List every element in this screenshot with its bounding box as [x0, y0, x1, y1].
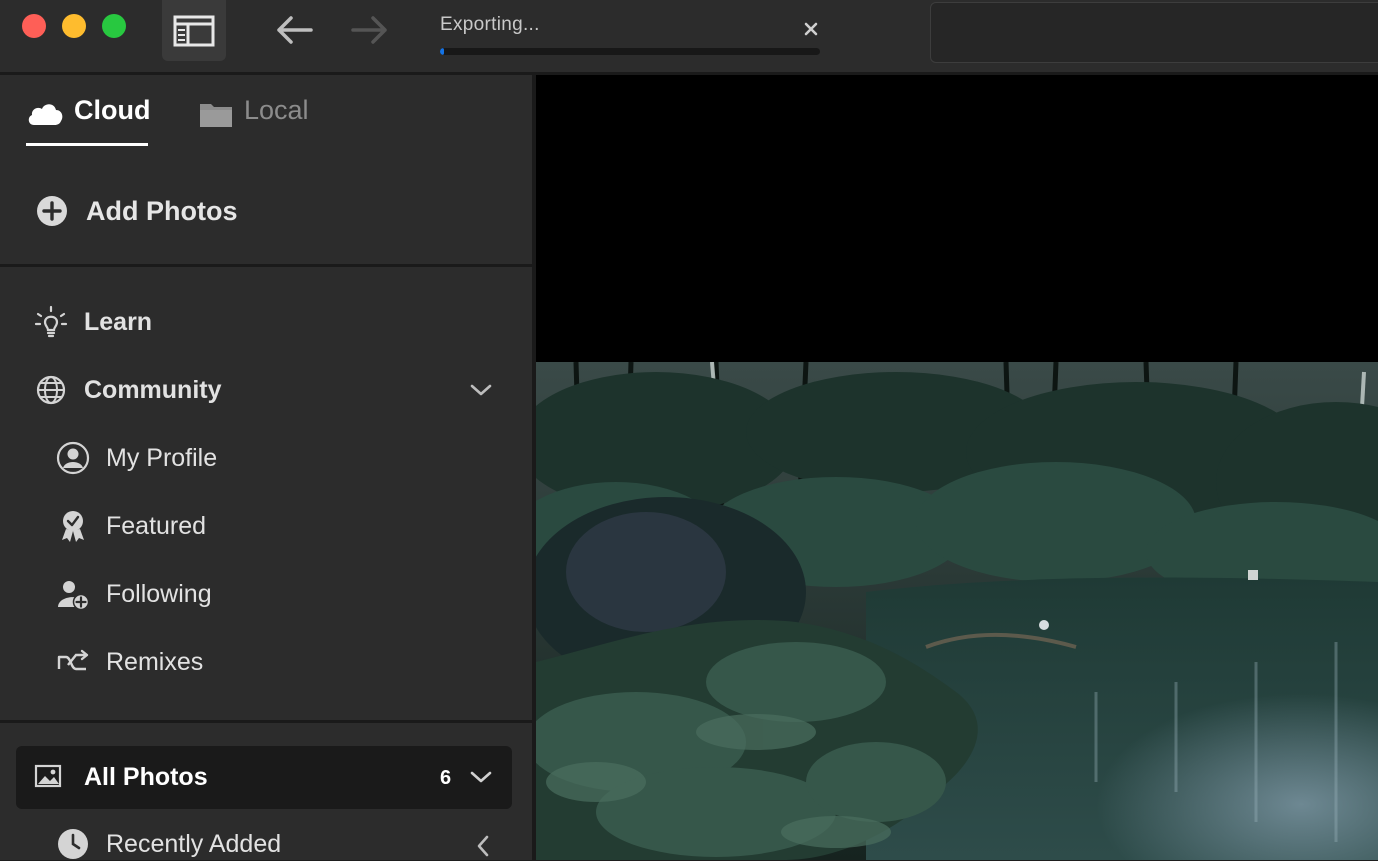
image-icon: [34, 762, 64, 795]
window-close-button[interactable]: [22, 14, 46, 38]
back-button[interactable]: [274, 12, 314, 48]
arrow-left-icon: [277, 16, 313, 44]
plus-circle-icon: [37, 196, 67, 226]
chevron-down-icon: [470, 771, 492, 783]
lightbulb-icon: [34, 305, 68, 339]
remix-icon: [56, 645, 90, 679]
export-status: Exporting...: [440, 14, 820, 60]
profile-icon: [56, 441, 90, 475]
title-bar: Exporting...: [0, 0, 1378, 75]
forward-button[interactable]: [350, 12, 390, 48]
photo-preview[interactable]: [536, 362, 1378, 860]
cancel-export-button[interactable]: [800, 18, 822, 40]
export-progress-fill: [440, 48, 444, 55]
sidebar-item-following-label: Following: [106, 579, 212, 608]
recently-added-expand-toggle[interactable]: [472, 835, 494, 857]
tab-local-label: Local: [244, 95, 309, 125]
sidebar-item-community[interactable]: Community: [34, 373, 222, 407]
sidebar-toggle-icon: [173, 15, 215, 46]
all-photos-collapse-toggle[interactable]: [470, 766, 492, 788]
panel-toggle-button[interactable]: [162, 0, 226, 61]
sidebar-item-recently-added-label: Recently Added: [106, 829, 282, 858]
export-label: Exporting...: [440, 14, 540, 35]
search-input[interactable]: [930, 2, 1378, 63]
globe-icon: [34, 373, 68, 407]
sidebar-item-recently-added[interactable]: Recently Added: [56, 827, 281, 861]
award-icon: [56, 509, 90, 543]
chevron-left-icon: [477, 835, 489, 857]
cloud-icon: [28, 104, 63, 125]
sidebar-item-featured[interactable]: Featured: [56, 509, 206, 543]
community-collapse-toggle[interactable]: [470, 379, 492, 401]
add-photos-label: Add Photos: [86, 195, 238, 226]
tab-cloud[interactable]: Cloud: [26, 95, 150, 147]
all-photos-label: All Photos: [84, 763, 208, 791]
forest-pond-photo: [536, 362, 1378, 860]
sidebar-item-following[interactable]: Following: [56, 577, 212, 611]
close-icon: [804, 22, 818, 36]
sidebar-item-learn[interactable]: Learn: [34, 305, 152, 339]
sidebar-item-featured-label: Featured: [106, 511, 207, 540]
user-add-icon: [56, 577, 90, 611]
export-progress-bar: [440, 48, 820, 55]
sidebar-item-remixes[interactable]: Remixes: [56, 645, 203, 679]
source-tabs: Cloud Local: [0, 75, 532, 151]
sidebar-item-remixes-label: Remixes: [106, 647, 204, 676]
sidebar-item-my-profile[interactable]: My Profile: [56, 441, 217, 475]
photo-viewer: [536, 75, 1378, 860]
section-divider: [0, 720, 532, 723]
sidebar-item-all-photos[interactable]: All Photos 6: [16, 746, 512, 809]
sidebar-item-learn-label: Learn: [84, 307, 153, 336]
tab-cloud-label: Cloud: [74, 95, 151, 125]
tab-local[interactable]: Local: [198, 95, 309, 147]
add-photos-button[interactable]: Add Photos: [36, 195, 237, 227]
folder-icon: [200, 104, 232, 127]
arrow-right-icon: [351, 16, 387, 44]
active-tab-indicator: [26, 143, 148, 146]
window-maximize-button[interactable]: [102, 14, 126, 38]
sidebar-item-my-profile-label: My Profile: [106, 443, 218, 472]
sidebar-item-community-label: Community: [84, 375, 222, 404]
all-photos-count: 6: [440, 767, 452, 789]
section-divider: [0, 264, 532, 267]
window-minimize-button[interactable]: [62, 14, 86, 38]
clock-icon: [56, 827, 90, 861]
chevron-down-icon: [470, 384, 492, 396]
sidebar: Cloud Local Add Photos Learn Community M…: [0, 75, 532, 860]
